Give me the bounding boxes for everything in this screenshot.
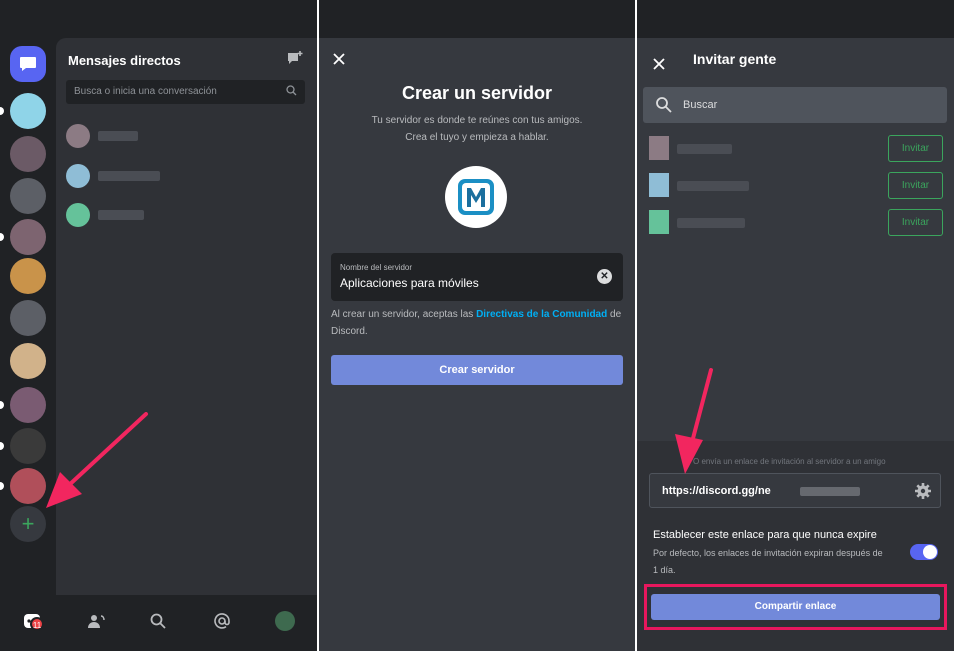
server-icon-upload[interactable] xyxy=(445,166,507,228)
dm-name-blurred xyxy=(98,171,160,181)
dm-conversation[interactable] xyxy=(66,164,296,188)
server-icon[interactable] xyxy=(10,343,46,379)
page-title: Crear un servidor xyxy=(401,83,553,103)
annotation-arrow xyxy=(46,412,148,508)
server-name-input[interactable]: Aplicaciones para móviles xyxy=(340,276,479,290)
invite-row: Invitar xyxy=(649,135,943,163)
invite-url: https://discord.gg/ne xyxy=(662,485,771,497)
friend-name-blurred xyxy=(677,181,749,191)
close-button[interactable] xyxy=(333,48,345,71)
bottom-nav xyxy=(0,595,317,651)
server-icon[interactable] xyxy=(10,93,46,129)
toggle-knob xyxy=(923,545,937,559)
subtitle-line: Tu servidor es donde te reúnes con tus a… xyxy=(371,115,583,126)
status-bar xyxy=(0,0,317,38)
invite-people-screen: Invitar gente Buscar Invitar Invitar Inv… xyxy=(637,0,954,651)
gear-icon[interactable] xyxy=(914,482,932,500)
profile-avatar-icon xyxy=(275,611,295,631)
dm-conversation[interactable] xyxy=(66,203,296,227)
field-label: Nombre del servidor xyxy=(340,263,413,272)
dm-search-input[interactable]: Busca o inicia una conversación xyxy=(66,80,305,104)
mention-icon xyxy=(214,613,230,629)
search-placeholder: Buscar xyxy=(683,99,718,111)
avatar xyxy=(649,210,669,234)
search-icon xyxy=(286,85,297,96)
invite-button[interactable]: Invitar xyxy=(888,135,943,162)
nav-profile[interactable] xyxy=(273,609,297,633)
friend-name-blurred xyxy=(677,218,745,228)
server-logo-icon xyxy=(458,179,494,215)
new-dm-icon[interactable] xyxy=(287,51,303,65)
dm-conversation[interactable] xyxy=(66,124,296,148)
subtitle-line: Crea el tuyo y empieza a hablar. xyxy=(405,132,549,143)
server-icon[interactable] xyxy=(10,136,46,172)
page-title: Invitar gente xyxy=(693,51,777,67)
friends-icon xyxy=(88,615,105,628)
avatar xyxy=(66,164,90,188)
dm-screen: Mensajes directos Busca o inicia una con… xyxy=(0,0,317,651)
invite-search-input[interactable]: Buscar xyxy=(643,87,947,123)
create-server-button[interactable]: Crear servidor xyxy=(331,355,623,385)
invite-row: Invitar xyxy=(649,172,943,200)
notification-badge: 11 xyxy=(30,617,44,631)
invite-row: Invitar xyxy=(649,209,943,237)
avatar xyxy=(649,173,669,197)
server-icon[interactable] xyxy=(10,219,46,255)
page-subtitle: Tu servidor es donde te reúnes con tus a… xyxy=(319,112,635,146)
dm-name-blurred xyxy=(98,131,138,141)
never-expire-description: Por defecto, los enlaces de invitación e… xyxy=(653,548,883,575)
avatar xyxy=(66,124,90,148)
server-name-field[interactable]: Nombre del servidor Aplicaciones para mó… xyxy=(331,253,623,301)
direct-messages-button[interactable] xyxy=(10,46,46,82)
share-link-button[interactable]: Compartir enlace xyxy=(651,594,940,620)
chat-bubble-icon xyxy=(20,57,36,71)
header: Invitar gente xyxy=(637,38,954,82)
terms-prefix: Al crear un servidor, aceptas las xyxy=(331,309,477,320)
dm-name-blurred xyxy=(98,210,144,220)
invite-link-field[interactable]: https://discord.gg/ne xyxy=(649,473,941,508)
highlight-box: Compartir enlace xyxy=(644,584,947,630)
server-icon[interactable] xyxy=(10,300,46,336)
annotation-arrow xyxy=(675,368,713,474)
close-icon xyxy=(653,58,665,70)
close-icon xyxy=(333,53,345,65)
plus-icon: + xyxy=(21,511,35,536)
never-expire-title: Establecer este enlace para que nunca ex… xyxy=(653,529,877,541)
clear-icon[interactable]: ✕ xyxy=(597,269,612,284)
avatar xyxy=(649,136,669,160)
nav-search[interactable] xyxy=(146,609,170,633)
dm-search-placeholder: Busca o inicia una conversación xyxy=(74,86,217,97)
invite-button[interactable]: Invitar xyxy=(888,172,943,199)
invite-button[interactable]: Invitar xyxy=(888,209,943,236)
terms-text: Al crear un servidor, aceptas las Direct… xyxy=(331,306,623,340)
status-bar xyxy=(319,0,635,38)
dm-title: Mensajes directos xyxy=(68,53,181,68)
community-guidelines-link[interactable]: Directivas de la Comunidad xyxy=(476,309,607,320)
friend-name-blurred xyxy=(677,144,732,154)
never-expire-toggle[interactable] xyxy=(910,544,938,560)
status-bar xyxy=(637,0,954,38)
nav-mentions[interactable] xyxy=(210,609,234,633)
share-hint: O envía un enlace de invitación al servi… xyxy=(693,457,886,466)
nav-friends[interactable] xyxy=(84,609,108,633)
url-blurred xyxy=(800,487,860,496)
search-icon xyxy=(656,97,672,113)
avatar xyxy=(66,203,90,227)
server-icon[interactable] xyxy=(10,178,46,214)
close-button[interactable] xyxy=(653,53,665,76)
server-icon[interactable] xyxy=(10,258,46,294)
search-icon xyxy=(150,613,166,629)
create-server-screen: Crear un servidor Tu servidor es donde t… xyxy=(319,0,635,651)
